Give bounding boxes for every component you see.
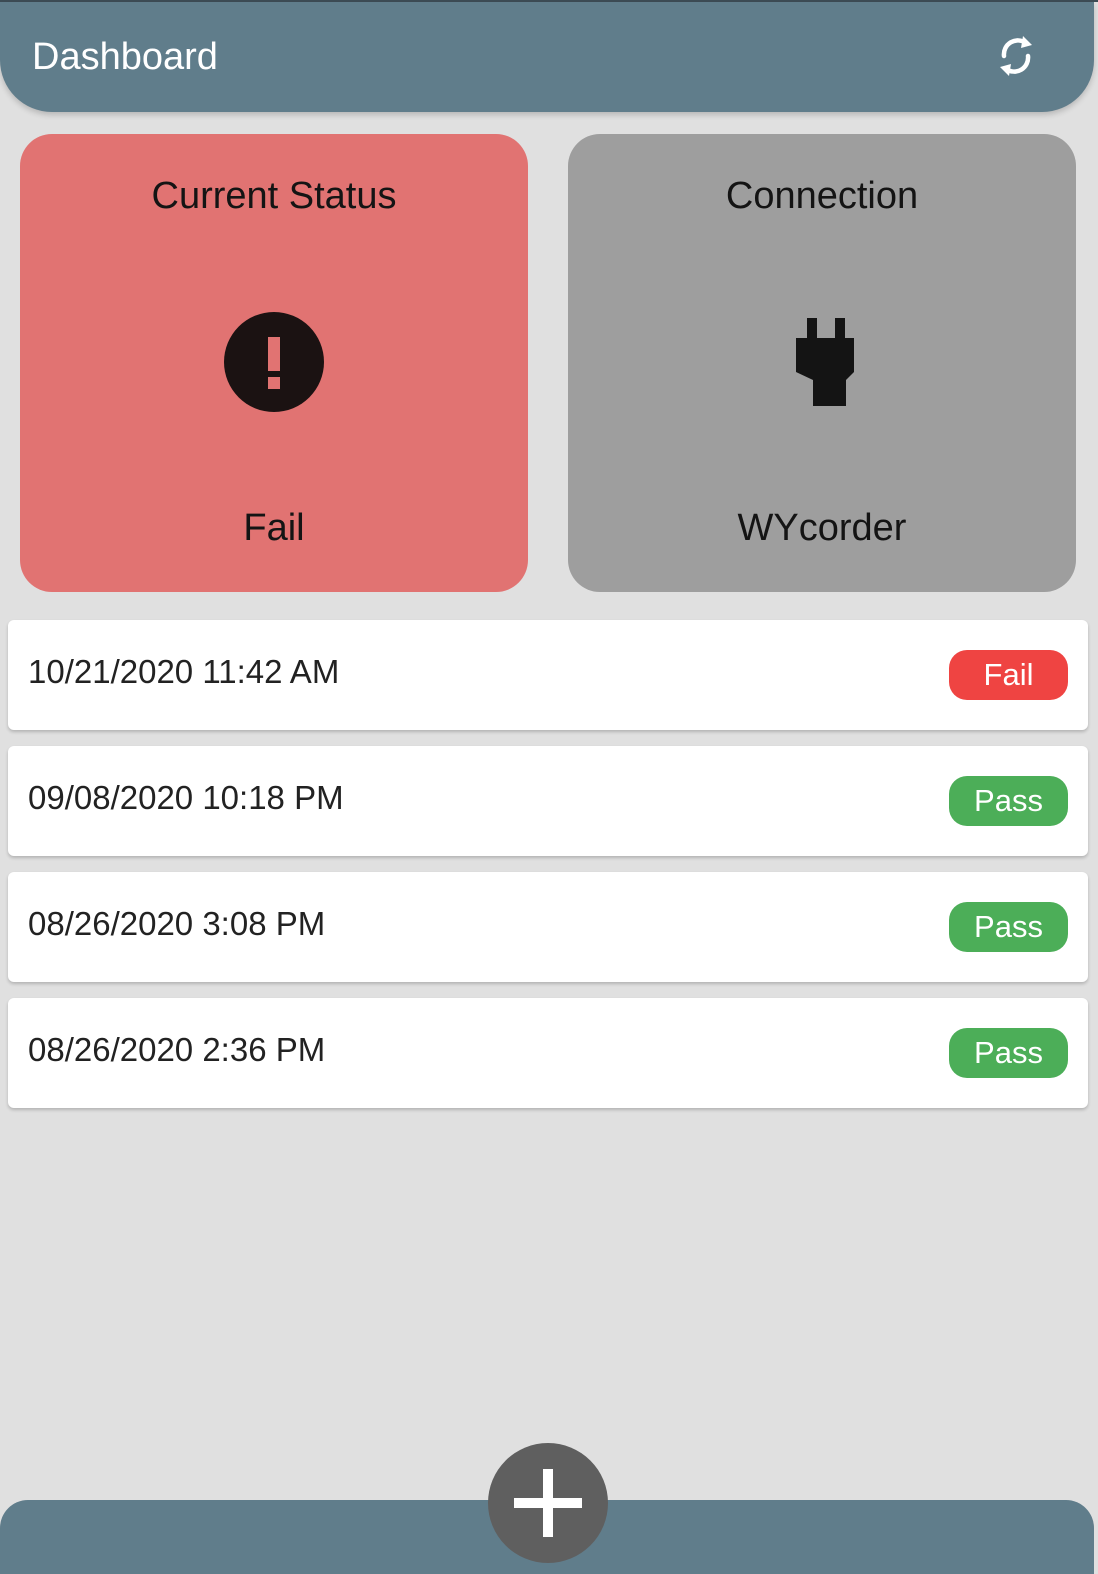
history-date: 08/26/2020 3:08 PM: [28, 905, 326, 942]
test-history-list: 10/21/2020 11:42 AM Fail 09/08/2020 10:1…: [8, 620, 1088, 1124]
connection-device-name: WYcorder: [737, 507, 907, 549]
result-badge: Pass: [949, 776, 1068, 826]
status-card-title: Current Status: [151, 175, 397, 217]
refresh-button[interactable]: [986, 26, 1046, 86]
plus-icon: [514, 1469, 582, 1537]
page-title: Dashboard: [32, 36, 218, 78]
history-date: 10/21/2020 11:42 AM: [28, 653, 340, 690]
result-badge: Fail: [949, 650, 1068, 700]
connection-card-title: Connection: [725, 175, 919, 217]
add-button[interactable]: [488, 1443, 608, 1563]
app-header: Dashboard: [0, 2, 1094, 112]
history-date: 09/08/2020 10:18 PM: [28, 779, 344, 816]
history-row[interactable]: 09/08/2020 10:18 PM Pass: [8, 746, 1088, 856]
history-row[interactable]: 08/26/2020 3:08 PM Pass: [8, 872, 1088, 982]
history-row[interactable]: 10/21/2020 11:42 AM Fail: [8, 620, 1088, 730]
connection-card: Connection WYcorder: [568, 134, 1076, 592]
status-value: Fail: [243, 507, 305, 549]
plug-icon: [796, 318, 854, 406]
result-badge: Pass: [949, 1028, 1068, 1078]
history-row[interactable]: 08/26/2020 2:36 PM Pass: [8, 998, 1088, 1108]
exclamation-circle-icon: [224, 312, 324, 412]
current-status-card: Current Status Fail: [20, 134, 528, 592]
result-badge: Pass: [949, 902, 1068, 952]
refresh-icon: [1000, 36, 1032, 76]
history-date: 08/26/2020 2:36 PM: [28, 1031, 326, 1068]
